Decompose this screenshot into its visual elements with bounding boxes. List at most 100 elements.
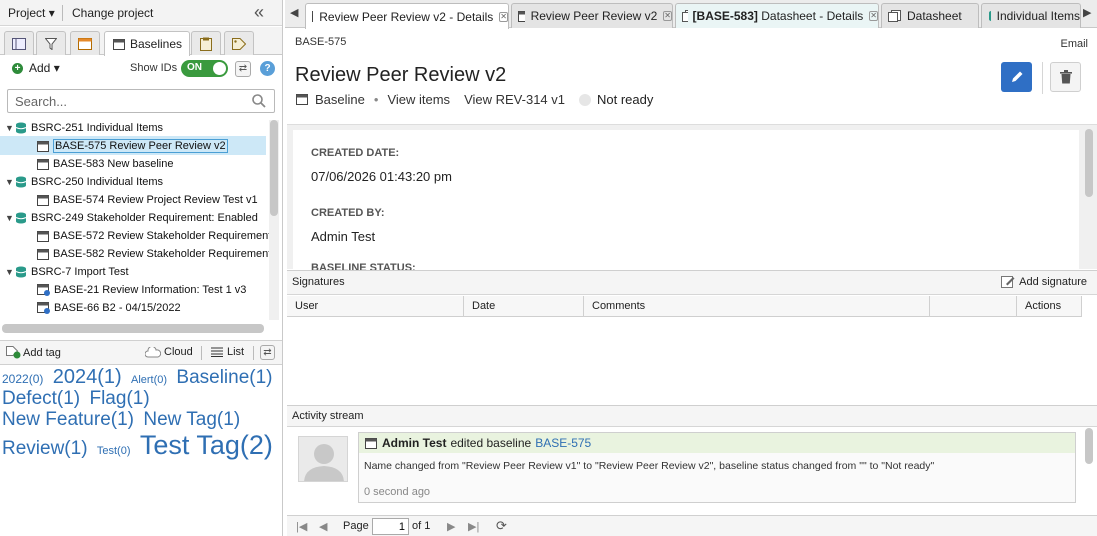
fields-scrollbar[interactable]	[1085, 129, 1093, 197]
tag-link[interactable]: New Feature(1)	[2, 409, 134, 431]
left-panel: Project ▾ Change project « Baselines + A…	[0, 0, 283, 536]
previous-page-icon[interactable]: ◀	[319, 520, 327, 533]
tree-node-collection[interactable]: ▼ BSRC-7 Import Test	[5, 263, 129, 281]
tabs-scroll-left-icon[interactable]: ◀	[290, 6, 298, 19]
add-button[interactable]: + Add ▾	[12, 61, 60, 75]
column-user[interactable]: User	[287, 296, 464, 317]
change-project-link[interactable]: Change project	[72, 6, 153, 20]
tree-vertical-scrollbar[interactable]	[269, 120, 279, 320]
database-icon	[15, 212, 27, 224]
close-tab-icon[interactable]: ✕	[869, 11, 878, 21]
add-signature-button[interactable]: Add signature	[1001, 275, 1087, 288]
column-comments[interactable]: Comments	[584, 296, 930, 317]
tag-link[interactable]: 2022(0)	[2, 372, 43, 386]
tree-node-baseline[interactable]: BASE-574 Review Project Review Test v1	[37, 191, 258, 209]
tag-link[interactable]: New Tag(1)	[143, 409, 240, 431]
last-page-icon[interactable]: ▶|	[468, 520, 479, 533]
item-id: BASE-575	[295, 36, 347, 48]
expand-arrow-icon[interactable]: ▼	[5, 213, 15, 223]
expand-arrow-icon[interactable]: ▼	[5, 267, 15, 277]
tree-horizontal-scrollbar[interactable]	[2, 324, 264, 333]
expand-arrow-icon[interactable]: ▼	[5, 123, 15, 133]
item-type-label: Baseline	[315, 92, 365, 107]
view-items-link[interactable]: View items	[387, 92, 450, 107]
tree-node-baseline[interactable]: BASE-572 Review Stakeholder Requirements	[37, 227, 277, 245]
help-icon[interactable]: ?	[260, 61, 275, 76]
edit-button[interactable]	[1001, 62, 1032, 92]
first-page-icon[interactable]: |◀	[296, 520, 307, 533]
tree-node-baseline[interactable]: BASE-575 Review Peer Review v2	[37, 137, 228, 155]
tab-calendar[interactable]	[70, 31, 100, 55]
next-page-icon[interactable]: ▶	[447, 520, 455, 533]
created-date-value: 07/06/2026 01:43:20 pm	[311, 169, 452, 184]
tag-link[interactable]: Alert(0)	[131, 374, 167, 386]
activity-panel: Activity stream Admin Test edited baseli…	[287, 405, 1097, 515]
search-box	[7, 89, 275, 113]
tab-datasheet-details[interactable]: [BASE-583] Datasheet - Details ✕	[675, 3, 879, 28]
tree-node-baseline[interactable]: BASE-21 Review Information: Test 1 v3	[37, 281, 246, 299]
tree-node-collection[interactable]: ▼ BSRC-250 Individual Items	[5, 173, 163, 191]
database-icon	[15, 176, 27, 188]
refresh-icon[interactable]: ⟳	[496, 518, 507, 534]
close-tab-icon[interactable]: ✕	[663, 11, 672, 21]
tab-reviews[interactable]	[191, 31, 221, 55]
datasheet-icon	[888, 10, 901, 22]
tag-toolbar: Add tag Cloud List ⇄	[0, 340, 282, 365]
tag-link[interactable]: Test Tag(2)	[140, 430, 273, 461]
baseline-icon	[312, 11, 314, 22]
tab-baselines[interactable]: Baselines	[104, 31, 190, 56]
search-icon[interactable]	[252, 94, 266, 108]
tab-datasheet[interactable]: Datasheet	[881, 3, 979, 28]
tabs-scroll-right-icon[interactable]: ▶	[1083, 6, 1091, 19]
tab-baseline-items[interactable]: Review Peer Review v2 ✕	[511, 3, 673, 28]
created-by-value: Admin Test	[311, 229, 376, 244]
tag-link[interactable]: Baseline(1)	[176, 367, 272, 389]
database-icon	[15, 122, 27, 134]
show-ids-toggle[interactable]: ON	[181, 60, 228, 77]
expand-arrow-icon[interactable]: ▼	[5, 177, 15, 187]
tag-link[interactable]: Test(0)	[97, 445, 131, 457]
tab-tags[interactable]	[224, 31, 254, 55]
calendar-icon	[78, 37, 92, 50]
tag-link[interactable]: 2024(1)	[53, 366, 122, 388]
tab-individual-items[interactable]: Individual Items	[981, 3, 1081, 28]
project-menu[interactable]: Project ▾	[8, 6, 55, 20]
tree-node-baseline[interactable]: BASE-582 Review Stakeholder Requirements	[37, 245, 277, 263]
baseline-icon	[518, 10, 525, 22]
fields-card: CREATED DATE: 07/06/2026 01:43:20 pm CRE…	[293, 130, 1079, 270]
signature-icon	[1001, 276, 1015, 288]
activity-entry: Admin Test edited baseline BASE-575 Name…	[358, 432, 1076, 503]
close-tab-icon[interactable]: ✕	[499, 11, 508, 22]
refresh-tags-button[interactable]: ⇄	[260, 345, 275, 360]
tab-filter[interactable]	[36, 31, 66, 55]
view-revision-link[interactable]: View REV-314 v1	[464, 92, 565, 107]
tree-node-collection[interactable]: ▼ BSRC-251 Individual Items	[5, 119, 163, 137]
pencil-icon	[1011, 71, 1022, 82]
created-by-label: CREATED BY:	[311, 207, 385, 219]
activity-item-link[interactable]: BASE-575	[535, 436, 591, 450]
collapse-panel-icon[interactable]: «	[254, 2, 264, 23]
add-tag-button[interactable]: Add tag	[6, 346, 61, 359]
tag-link[interactable]: Review(1)	[2, 438, 88, 460]
tree-view-icon	[12, 37, 26, 50]
tree-node-baseline[interactable]: BASE-583 New baseline	[37, 155, 173, 173]
tab-details-active[interactable]: Review Peer Review v2 - Details ✕	[305, 3, 509, 29]
tree-node-baseline[interactable]: BASE-66 B2 - 04/15/2022	[37, 299, 181, 317]
cloud-view-button[interactable]: Cloud	[145, 346, 193, 358]
baseline-status-label: BASELINE STATUS:	[311, 262, 416, 270]
delete-button[interactable]	[1050, 62, 1081, 92]
list-view-button[interactable]: List	[211, 346, 244, 358]
tag-link[interactable]: Flag(1)	[89, 388, 149, 410]
activity-user: Admin Test	[382, 436, 447, 450]
column-date[interactable]: Date	[464, 296, 584, 317]
tree-node-collection[interactable]: ▼ BSRC-249 Stakeholder Requirement: Enab…	[5, 209, 258, 227]
page-number-input[interactable]	[372, 518, 409, 535]
activity-action: edited baseline	[450, 436, 532, 450]
tag-link[interactable]: Defect(1)	[2, 388, 80, 410]
activity-scrollbar[interactable]	[1085, 428, 1093, 464]
tab-tree-view[interactable]	[4, 31, 34, 55]
signatures-table-header: User Date Comments Actions	[287, 296, 1082, 317]
refresh-tree-button[interactable]: ⇄	[235, 61, 251, 77]
search-input[interactable]	[15, 93, 245, 109]
email-link[interactable]: Email	[1060, 38, 1088, 50]
